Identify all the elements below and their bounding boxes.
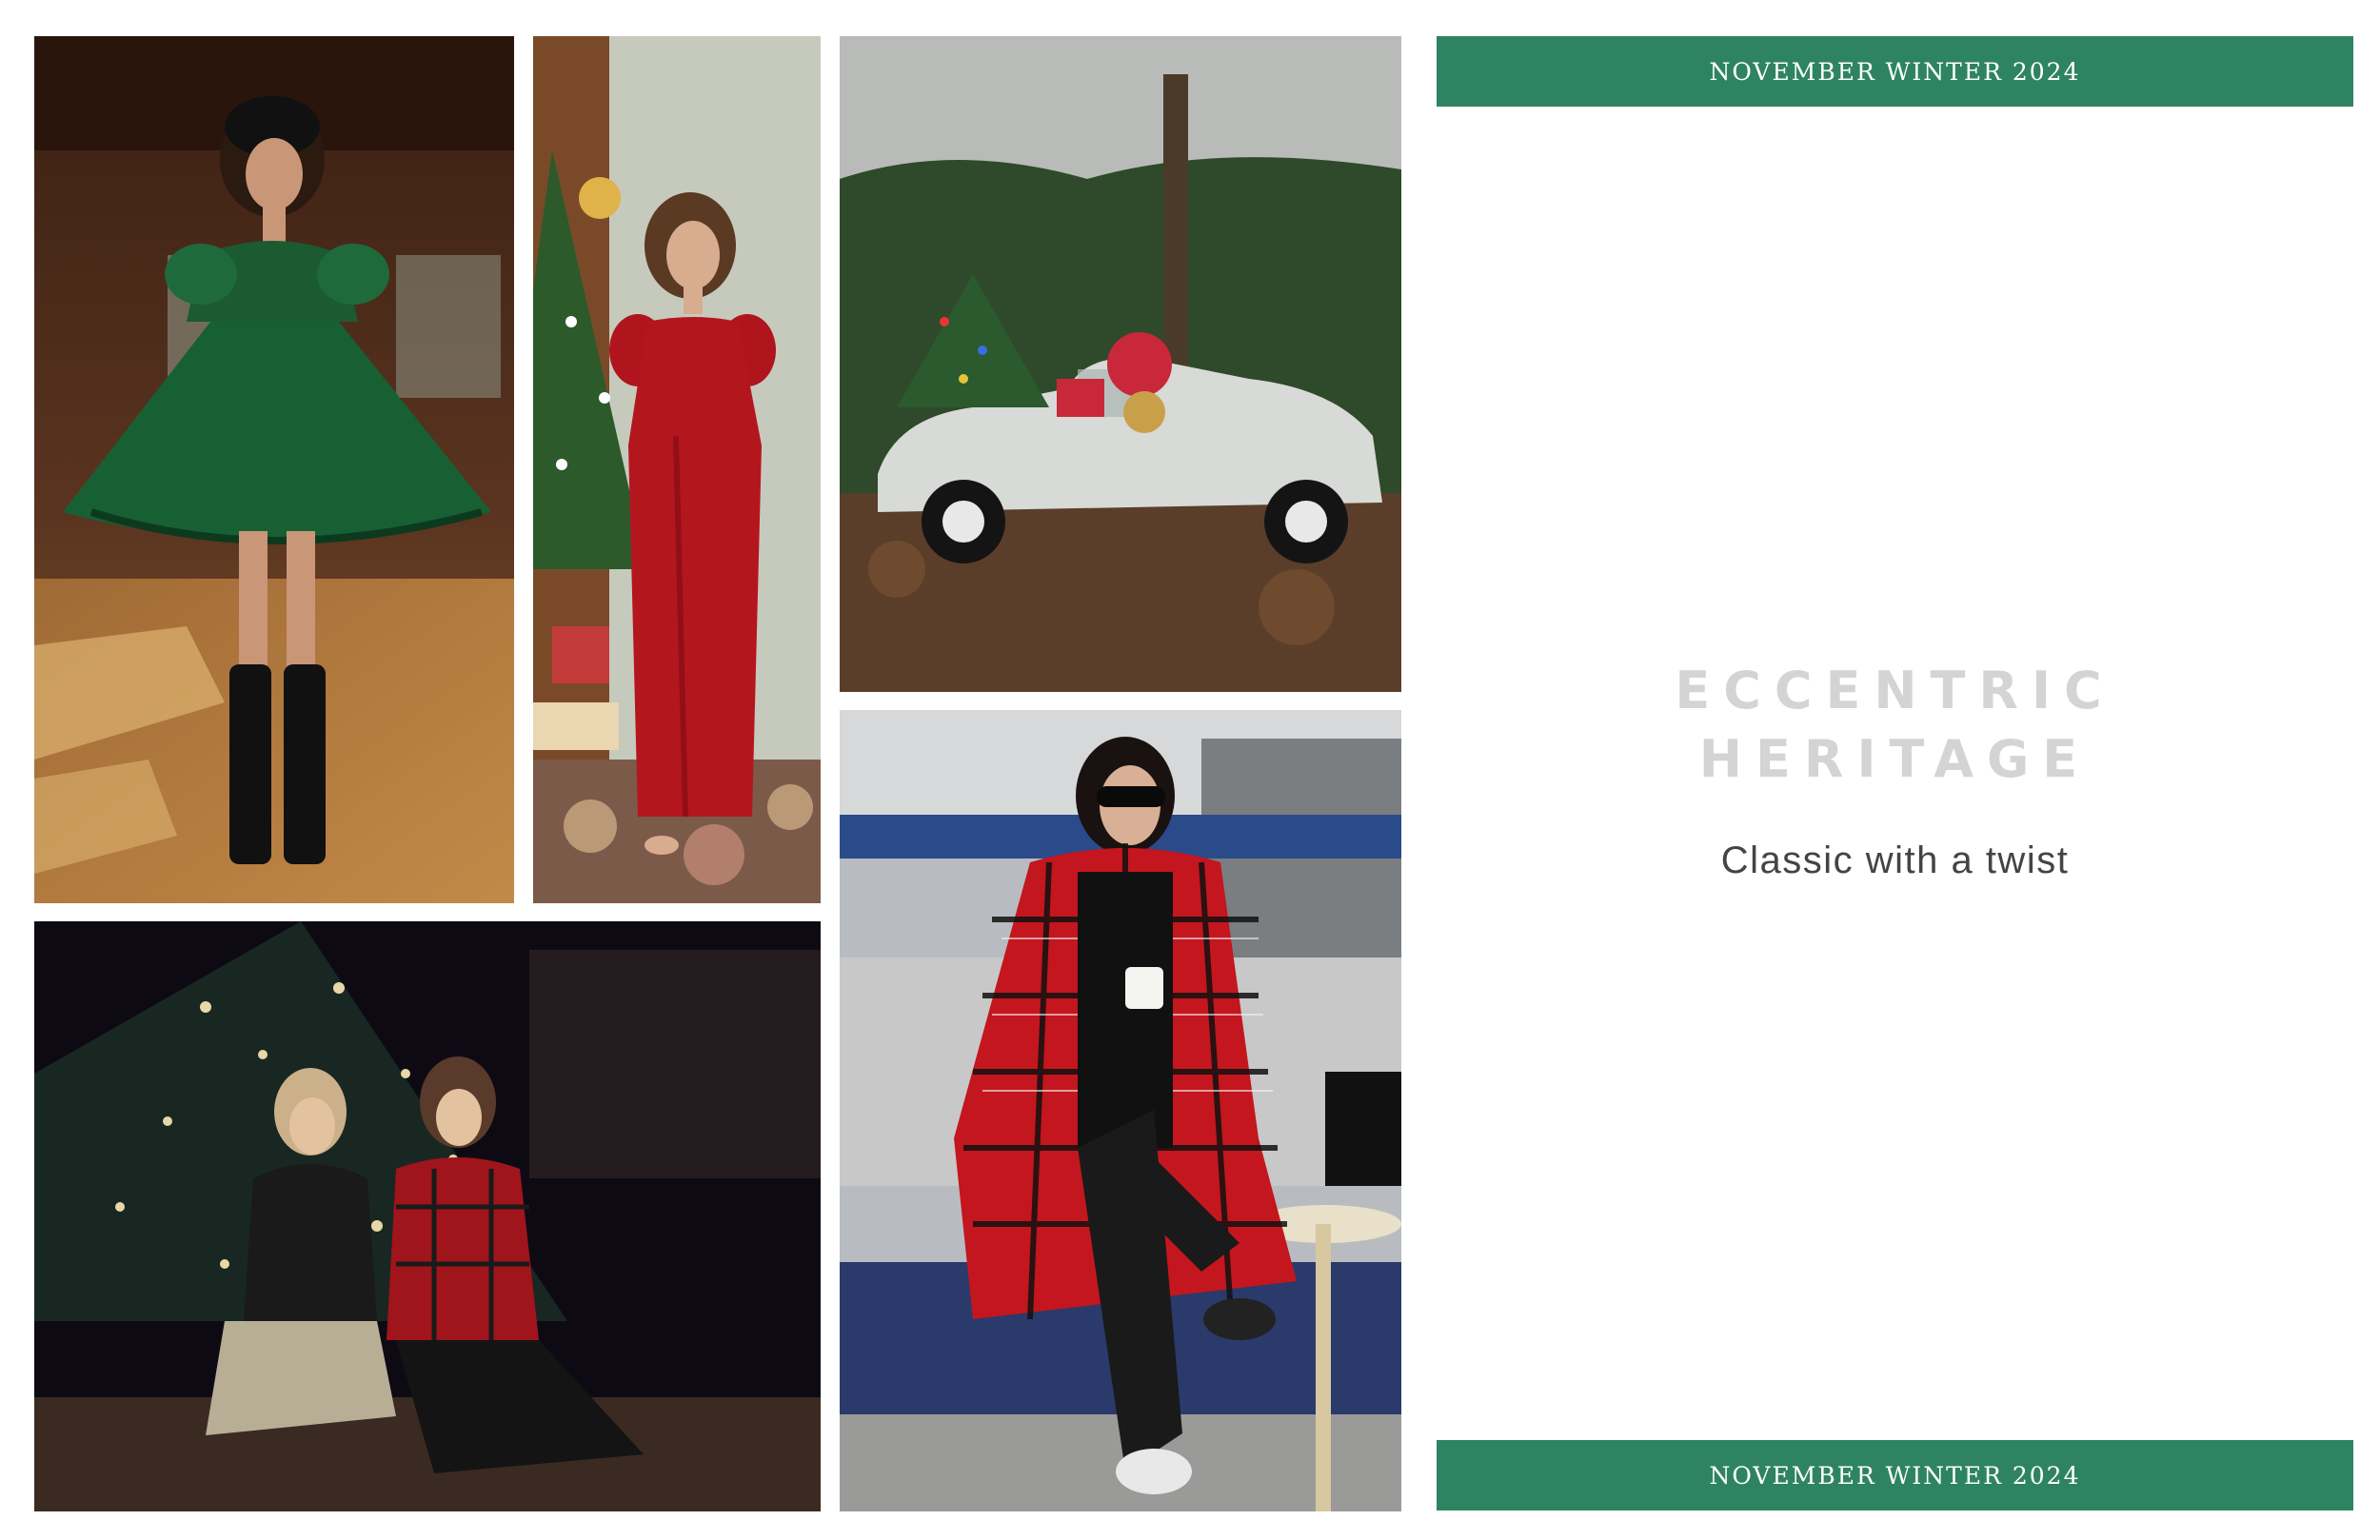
bottom-banner: NOVEMBER WINTER 2024 xyxy=(1437,1440,2353,1510)
photo-friends-christmas-tree xyxy=(34,921,821,1511)
photo-vintage-car xyxy=(840,36,1401,692)
title-line-1: ECCENTRIC xyxy=(1675,661,2115,721)
title-line-2: HERITAGE xyxy=(1698,729,2092,789)
top-banner-text: NOVEMBER WINTER 2024 xyxy=(1709,57,2081,86)
title-block: ECCENTRIC HERITAGE Classic with a twist xyxy=(1437,657,2353,882)
photo-green-plaid-dress xyxy=(34,36,514,903)
bottom-banner-text: NOVEMBER WINTER 2024 xyxy=(1709,1461,2081,1490)
photo-red-satin-dress xyxy=(533,36,821,903)
subtitle: Classic with a twist xyxy=(1720,839,2070,881)
photo-plaid-coat xyxy=(840,710,1401,1511)
top-banner: NOVEMBER WINTER 2024 xyxy=(1437,36,2353,107)
